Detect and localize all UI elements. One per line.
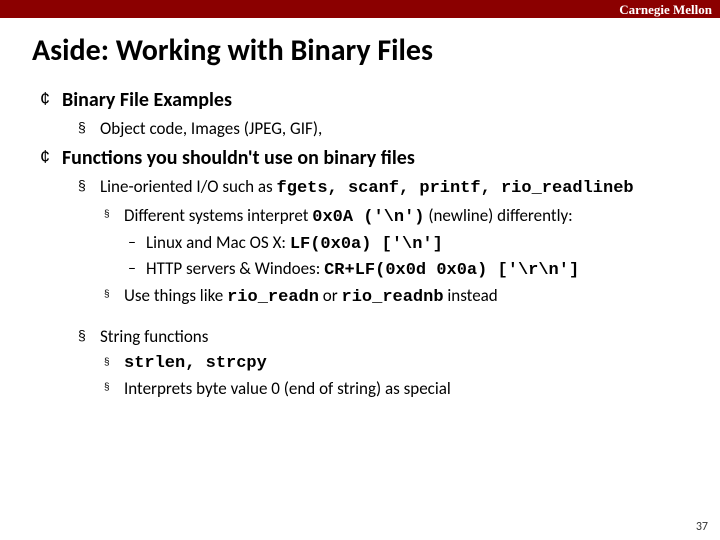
bullet-functions: ¢ Functions you shouldn't use on binary … [40, 145, 692, 172]
slide-title: Aside: Working with Binary Files [0, 18, 720, 85]
text: Linux and Mac OS X: [146, 232, 290, 253]
code: rio_readn [227, 288, 319, 307]
bullet-examples: ¢ Binary File Examples [40, 87, 692, 114]
bullet-marker: ¢ [40, 87, 62, 114]
code: strlen, strcpy [124, 353, 692, 376]
bullet-http: – HTTP servers & Windoes: CR+LF(0x0d 0x0… [128, 258, 692, 283]
bullet-text: Use things like rio_readn or rio_readnb … [124, 285, 692, 310]
bullet-interpret: § Interprets byte value 0 (end of string… [104, 378, 692, 401]
text: Use things like [124, 285, 227, 306]
bullet-marker: – [128, 258, 146, 283]
bullet-text: String functions [100, 326, 692, 349]
code: fgets, scanf, printf, rio_readlineb [277, 179, 634, 198]
slide: Carnegie Mellon Aside: Working with Bina… [0, 0, 720, 540]
page-number: 37 [696, 520, 708, 534]
text: HTTP servers & Windoes: [146, 258, 324, 279]
text: instead [444, 285, 498, 306]
bullet-text: HTTP servers & Windoes: CR+LF(0x0d 0x0a)… [146, 258, 692, 283]
bullet-marker: § [78, 326, 100, 349]
text: or [319, 285, 342, 306]
bullet-strlen: § strlen, strcpy [104, 353, 692, 376]
bullet-text: Different systems interpret 0x0A ('\n') … [124, 205, 692, 230]
bullet-text: Functions you shouldn't use on binary fi… [62, 145, 692, 172]
bullet-marker: ¢ [40, 145, 62, 172]
bullet-marker: § [78, 118, 100, 141]
bullet-text: Object code, Images (JPEG, GIF), [100, 118, 692, 141]
brand-text: Carnegie Mellon [619, 2, 712, 17]
brand-bar: Carnegie Mellon [0, 0, 720, 18]
text: Different systems interpret [124, 205, 312, 226]
bullet-text: Interprets byte value 0 (end of string) … [124, 378, 692, 401]
bullet-marker: – [128, 232, 146, 257]
bullet-marker: § [104, 285, 124, 310]
bullet-text: Linux and Mac OS X: LF(0x0a) ['\n'] [146, 232, 692, 257]
code: LF(0x0a) ['\n'] [290, 235, 443, 254]
bullet-text: Line-oriented I/O such as fgets, scanf, … [100, 176, 692, 201]
bullet-marker: § [104, 378, 124, 401]
text: (newline) differently: [425, 205, 573, 226]
bullet-marker: § [104, 353, 124, 376]
code: 0x0A ('\n') [312, 208, 424, 227]
bullet-marker: § [78, 176, 100, 201]
code: rio_readnb [342, 288, 444, 307]
bullet-string-funcs: § String functions [78, 326, 692, 349]
slide-body: ¢ Binary File Examples § Object code, Im… [0, 87, 720, 400]
bullet-text: Binary File Examples [62, 87, 692, 114]
bullet-diff-systems: § Different systems interpret 0x0A ('\n'… [104, 205, 692, 230]
bullet-examples-sub: § Object code, Images (JPEG, GIF), [78, 118, 692, 141]
bullet-lineio: § Line-oriented I/O such as fgets, scanf… [78, 176, 692, 201]
text: Line-oriented I/O such as [100, 176, 277, 197]
bullet-linux: – Linux and Mac OS X: LF(0x0a) ['\n'] [128, 232, 692, 257]
bullet-marker: § [104, 205, 124, 230]
code: CR+LF(0x0d 0x0a) ['\r\n'] [324, 261, 579, 280]
bullet-use-instead: § Use things like rio_readn or rio_readn… [104, 285, 692, 310]
